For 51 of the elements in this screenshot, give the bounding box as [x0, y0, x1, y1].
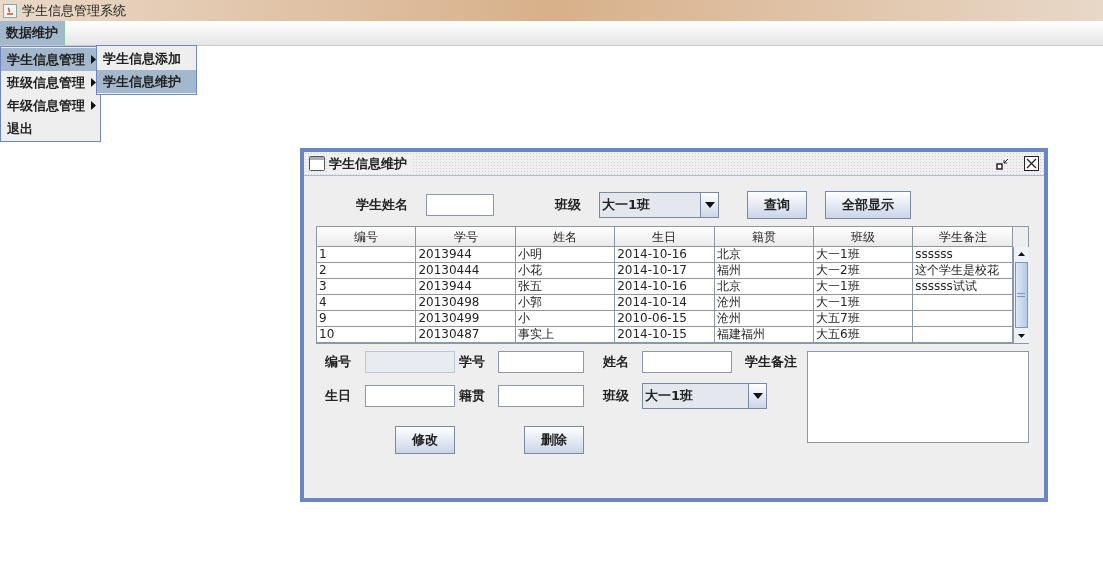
close-icon[interactable] [1024, 156, 1039, 171]
restore-icon[interactable] [996, 156, 1010, 171]
field-label: 学生备注 [745, 353, 797, 372]
column-header[interactable]: 学号 [416, 227, 516, 247]
table-cell: 2014-10-15 [615, 327, 715, 343]
table-cell: 事实上 [515, 327, 616, 343]
button[interactable]: 全部显示 [825, 191, 911, 219]
class-dropdown[interactable]: 大一1班 [599, 192, 719, 218]
scroll-thumb[interactable] [1014, 262, 1028, 328]
input-field[interactable] [642, 351, 732, 373]
input-field[interactable] [498, 351, 584, 373]
table-cell: 20130487 [416, 327, 516, 343]
menu-item[interactable]: 学生信息添加 [97, 47, 196, 70]
field-label: 班级 [555, 196, 581, 215]
field-label: 籍贯 [459, 387, 486, 406]
class-dropdown[interactable]: 大一1班 [642, 383, 767, 409]
menu-item[interactable]: 年级信息管理 [1, 94, 100, 117]
field-label: 编号 [325, 353, 352, 372]
field-label: 学号 [459, 353, 486, 372]
dropdown-value: 大一1班 [601, 196, 652, 215]
menu-item[interactable]: 退出 [1, 117, 100, 140]
field-label: 生日 [325, 387, 352, 406]
input-field[interactable] [365, 385, 455, 407]
button[interactable]: 查询 [747, 191, 807, 219]
column-header[interactable]: 生日 [615, 227, 715, 247]
table-cell: 大五6班 [813, 327, 914, 343]
field-label: 班级 [603, 387, 630, 406]
column-header[interactable]: 姓名 [515, 227, 616, 247]
name-input[interactable] [426, 194, 494, 216]
note-textarea[interactable] [807, 351, 1029, 443]
dropdown-arrow-icon[interactable] [752, 393, 763, 399]
window-icon [309, 156, 325, 171]
column-header[interactable]: 班级 [813, 227, 914, 247]
app-icon [3, 3, 17, 18]
table-cell: 10 [317, 327, 417, 343]
column-header[interactable]: 学生备注 [913, 227, 1013, 247]
dropdown-value: 大一1班 [644, 387, 695, 406]
dropdown-arrow-icon[interactable] [704, 202, 715, 208]
button[interactable]: 删除 [524, 426, 584, 454]
window-title: 学生信息管理系统 [22, 1, 126, 20]
menu-item[interactable]: 班级信息管理 [1, 71, 100, 94]
input-field[interactable] [498, 385, 584, 407]
table-cell: 福建福州 [714, 327, 814, 343]
window-title: 学生信息维护 [329, 153, 411, 174]
column-header[interactable]: 编号 [317, 227, 417, 247]
menu-item[interactable]: 学生信息维护 [97, 70, 196, 93]
menu-item[interactable]: 数据维护 [0, 21, 65, 45]
field-label: 学生姓名 [356, 196, 408, 215]
column-header[interactable]: 籍贯 [714, 227, 814, 247]
button[interactable]: 修改 [395, 426, 455, 454]
field-label: 姓名 [603, 353, 630, 372]
